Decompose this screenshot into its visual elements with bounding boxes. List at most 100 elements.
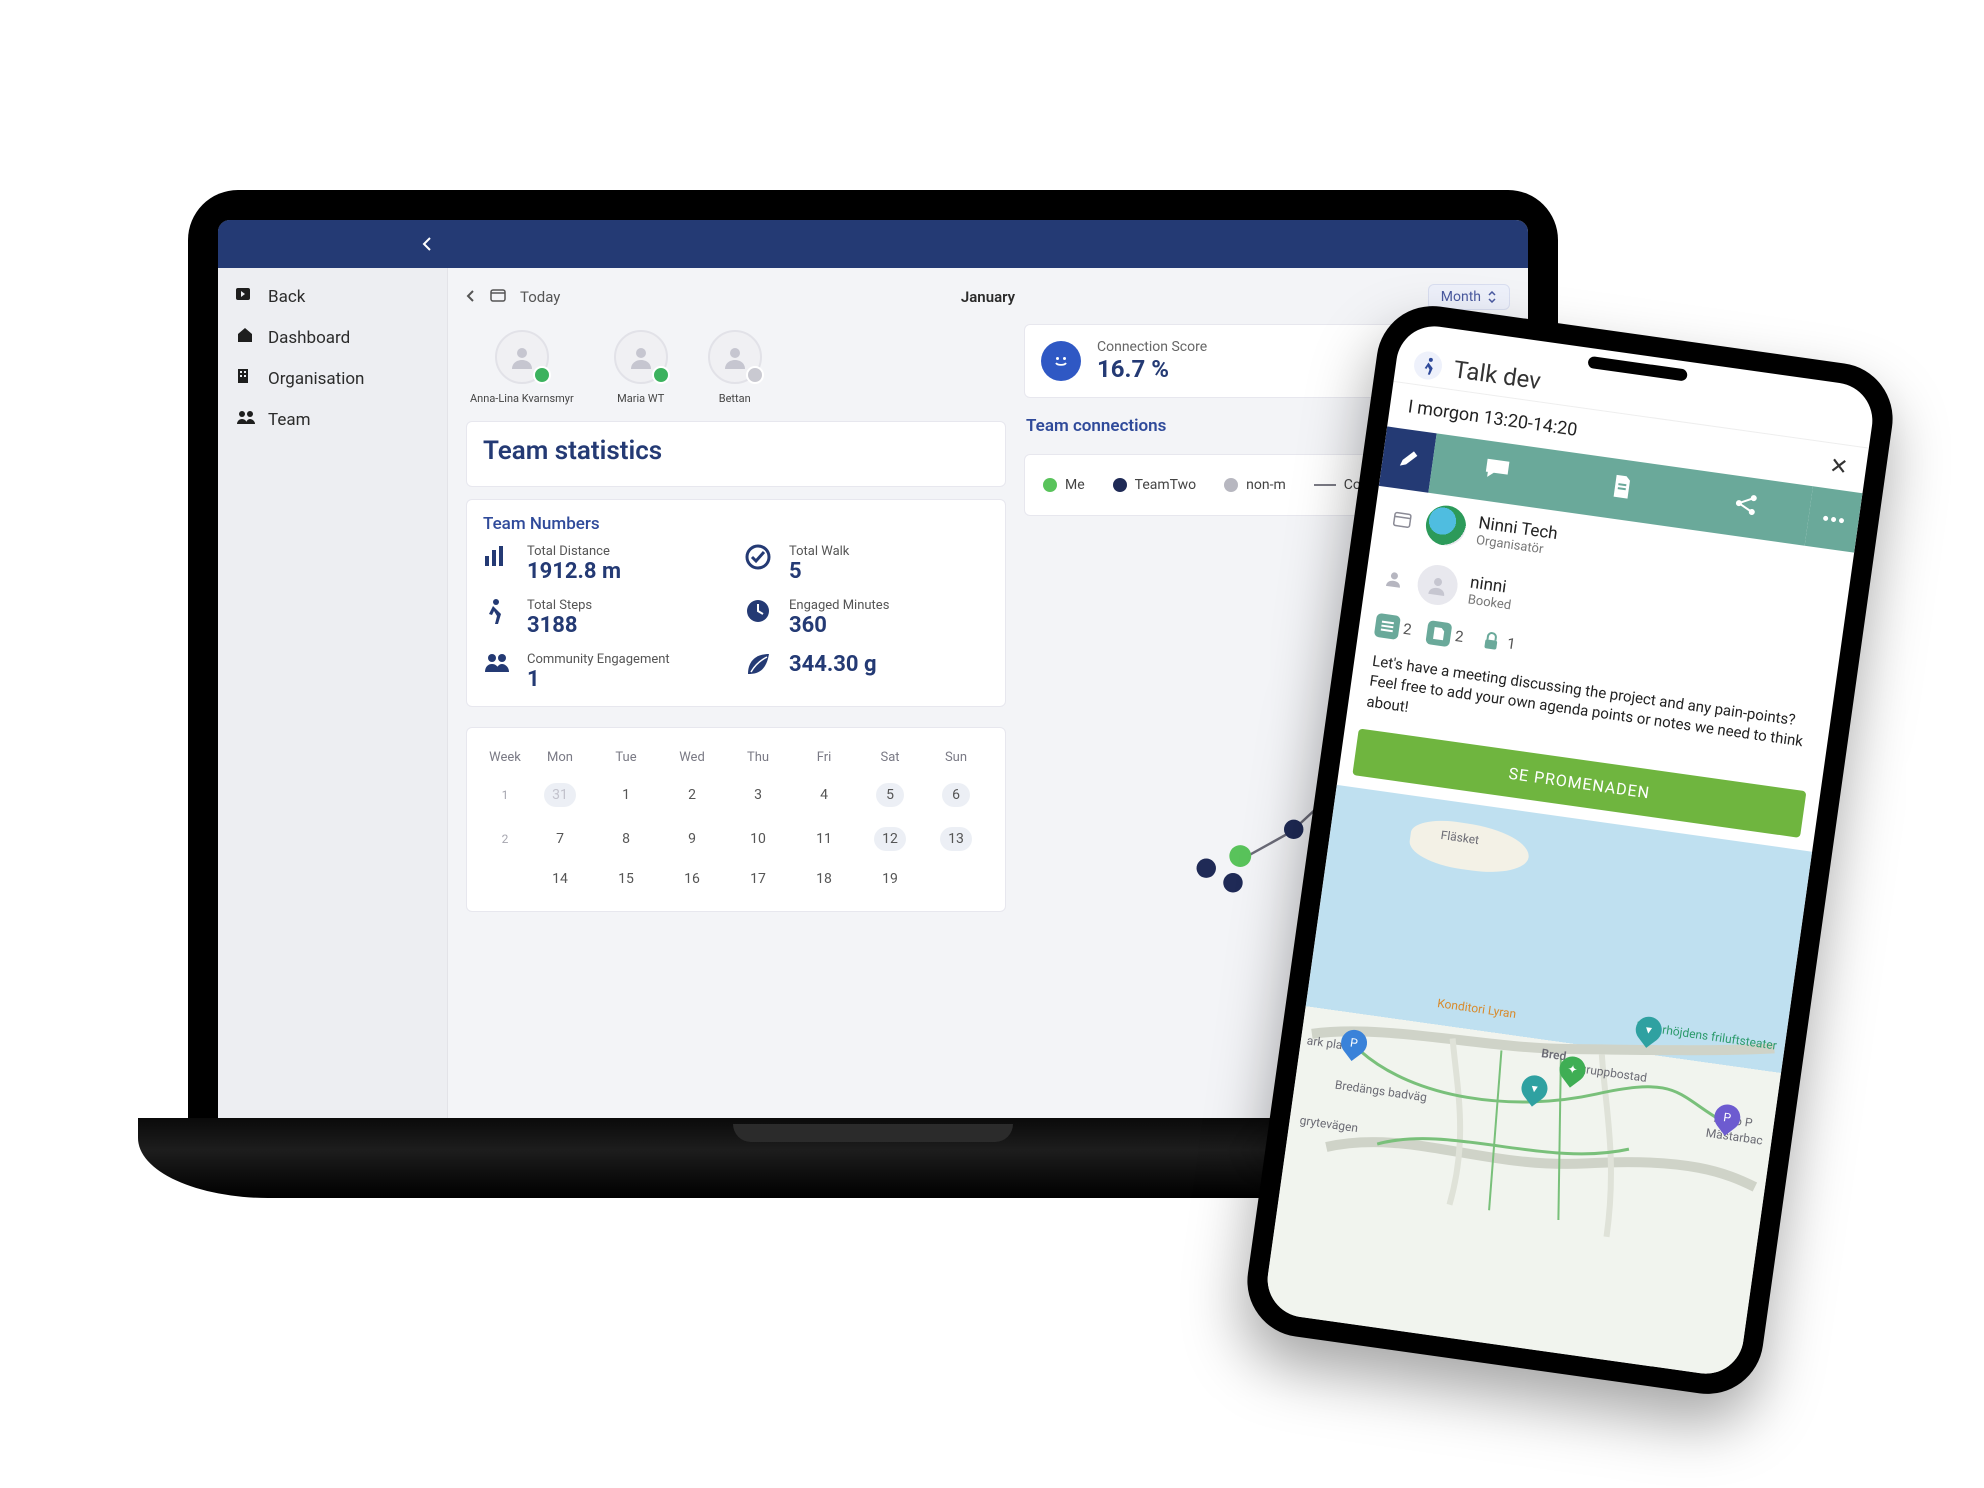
calendar-body: 131123456278910111213141516171819 [483,773,989,897]
lock-chip[interactable]: 1 [1478,627,1517,656]
score-value: 16.7 % [1097,355,1207,383]
pencil-icon [1396,448,1419,471]
legend-label: non-m [1246,477,1286,493]
share-icon [1733,492,1760,517]
calendar-day[interactable]: 11 [791,821,857,857]
close-button[interactable]: ✕ [1828,454,1850,481]
calendar-day[interactable]: 9 [659,821,725,857]
calendar-day[interactable]: 17 [725,861,791,897]
stat-value: 360 [789,613,889,638]
line-icon [1314,484,1336,486]
leaf-icon [745,652,775,684]
avatar-name: Maria WT [617,392,664,405]
people-icon [236,409,256,430]
stat-label: Total Walk [789,544,849,559]
list-chip[interactable]: 2 [1374,613,1413,642]
month-title: January [961,288,1015,306]
stat-value: 1912.8 m [527,559,621,584]
calendar-day[interactable]: 7 [527,821,593,857]
calendar-day[interactable]: 5 [857,773,923,817]
calendar-row: 131123456 [483,773,989,817]
chat-tab[interactable] [1482,456,1512,487]
app-topbar [218,220,1528,268]
calendar-day[interactable]: 12 [857,817,923,861]
sidebar-collapse-button[interactable] [218,220,448,268]
calendar-week-number: 1 [483,778,527,812]
prev-month-button[interactable] [466,288,476,306]
stat-value: 1 [527,667,670,692]
stat-value: 5 [789,559,849,584]
selector-icon [1487,291,1497,303]
smile-icon [1041,341,1081,381]
calendar-day[interactable]: 19 [857,861,923,897]
avatar-circle [614,330,668,384]
calendar-day[interactable]: 31 [527,773,593,817]
calendar-day[interactable]: 13 [923,817,989,861]
stats-title: Team statistics [483,436,989,466]
calendar-header-cell: Week [483,742,527,773]
back-icon [236,286,256,307]
score-label: Connection Score [1097,339,1207,355]
avatar-circle [708,330,762,384]
share-tab[interactable] [1732,492,1760,523]
attendee-avatar [1415,562,1460,607]
person-icon [627,343,655,371]
calendar-day[interactable]: 2 [659,777,725,813]
calendar-icon [1389,510,1415,529]
calendar-header: Week Mon Tue Wed Thu Fri Sat Sun [483,742,989,773]
person-icon [721,343,749,371]
avatar-circle [495,330,549,384]
today-button[interactable]: Today [520,288,560,306]
lock-count: 1 [1506,634,1517,653]
sidebar-item-organisation[interactable]: Organisation [218,358,447,399]
stat-carbon: 344.30 g [745,652,989,692]
avatar-name: Anna-Lina Kvarnsmyr [470,392,574,405]
sidebar-item-dashboard[interactable]: Dashboard [218,317,447,358]
calendar-day[interactable]: 18 [791,861,857,897]
calendar-day[interactable]: 16 [659,861,725,897]
stat-community-engagement: Community Engagement 1 [483,652,727,692]
sidebar-item-team[interactable]: Team [218,399,447,440]
phone-title: Talk dev [1452,355,1543,395]
avatar[interactable]: Bettan [708,330,762,405]
calendar-week-number: 2 [483,822,527,856]
calendar-panel: Week Mon Tue Wed Thu Fri Sat Sun 1311234… [466,727,1006,912]
avatar-name: Bettan [719,392,751,405]
legend-item-me: Me [1043,477,1085,493]
person-icon [1425,573,1450,598]
legend-item-nonm: non-m [1224,477,1286,493]
dots-icon [1822,515,1845,524]
stat-total-steps: Total Steps 3188 [483,598,727,638]
list-icon [1374,613,1401,640]
calendar-day[interactable]: 6 [923,773,989,817]
walk-icon [1412,350,1444,382]
avatar[interactable]: Anna-Lina Kvarnsmyr [470,330,574,405]
calendar-day[interactable]: 15 [593,861,659,897]
calendar-header-cell: Sun [923,742,989,773]
calendar-day[interactable]: 1 [593,777,659,813]
calendar-header-cell: Mon [527,742,593,773]
calendar-day[interactable]: 10 [725,821,791,857]
more-button[interactable] [1805,486,1863,552]
clock-icon [745,598,775,630]
stat-label: Total Steps [527,598,592,613]
team-avatars: Anna-Lina Kvarnsmyr Maria WT [466,324,1006,409]
home-icon [236,327,256,348]
edit-button[interactable] [1379,426,1437,492]
status-badge-ok [652,366,670,384]
stat-label: Total Distance [527,544,621,559]
sidebar-item-back[interactable]: Back [218,276,447,317]
calendar-row: 278910111213 [483,817,989,861]
calendar-day[interactable]: 8 [593,821,659,857]
doc-chip[interactable]: 2 [1426,620,1465,649]
calendar-day[interactable]: 14 [527,861,593,897]
chat-icon [1483,456,1512,481]
calendar-day[interactable]: 3 [725,777,791,813]
calendar-day[interactable]: 4 [791,777,857,813]
stats-grid: Total Distance 1912.8 m [483,544,989,692]
calendar-day[interactable] [923,869,989,889]
building-icon [236,368,256,389]
avatar[interactable]: Maria WT [614,330,668,405]
document-tab[interactable] [1610,473,1634,505]
map-view[interactable]: Fläsket Konditori Lyran Mälarhöjdens fri… [1263,785,1812,1379]
